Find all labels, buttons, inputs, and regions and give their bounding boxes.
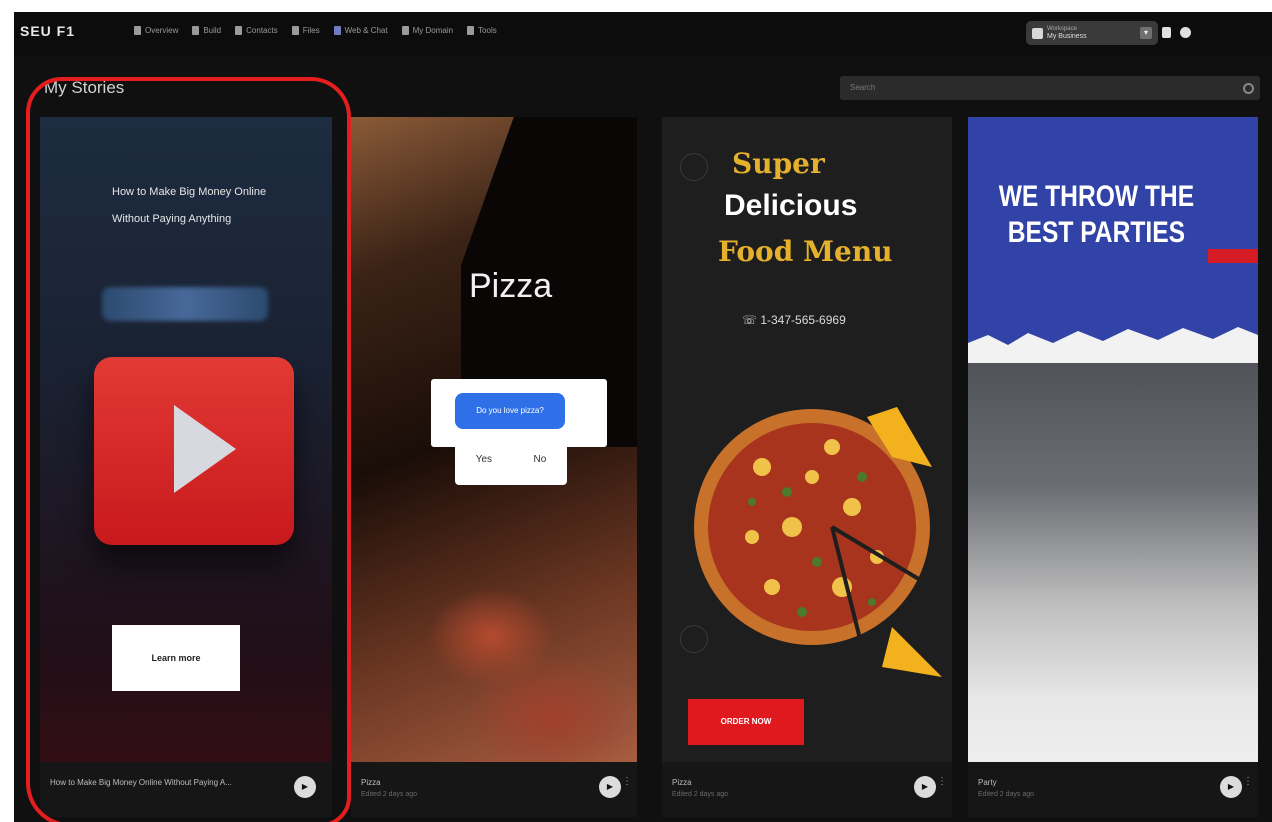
- play-story-button[interactable]: ▶: [599, 776, 621, 798]
- main-nav: Overview Build Contacts Files Web & Chat…: [134, 26, 497, 35]
- app-logo[interactable]: SEU F1: [20, 23, 75, 39]
- poll-options: Yes No: [455, 433, 567, 485]
- nav-label: Contacts: [246, 26, 278, 35]
- headline-main: Delicious: [724, 189, 858, 222]
- story-name: Pizza: [672, 778, 692, 787]
- nav-label: Build: [203, 26, 222, 35]
- top-nav-bar: SEU F1 Overview Build Contacts Files Web…: [14, 12, 1272, 56]
- search-icon[interactable]: [1243, 83, 1254, 94]
- chevron-down-icon[interactable]: ▾: [1140, 27, 1152, 39]
- workspace-switcher[interactable]: Workspace My Business ▾: [1026, 21, 1158, 45]
- more-options-icon[interactable]: ⋮: [622, 776, 632, 787]
- story-card-food-menu[interactable]: Super Delicious Food Menu ☏ 1-347-565-69…: [662, 117, 952, 817]
- red-accent-bar: [1208, 249, 1258, 263]
- nav-label: Web & Chat: [344, 26, 388, 35]
- more-options-icon[interactable]: ⋮: [1243, 776, 1253, 787]
- nav-label: Tools: [478, 26, 497, 35]
- story-footer: Pizza Edited 2 days ago ▶ ⋮: [662, 762, 952, 817]
- story-headline: WE THROW THE BEST PARTIES: [998, 180, 1195, 249]
- notification-icon[interactable]: [1162, 27, 1171, 38]
- play-triangle-icon: [174, 405, 236, 493]
- story-footer: How to Make Big Money Online Without Pay…: [40, 762, 332, 817]
- nav-label: My Domain: [412, 26, 454, 35]
- story-headline: How to Make Big Money Online Without Pay…: [112, 186, 267, 225]
- search-input[interactable]: Search: [840, 76, 1260, 100]
- poll-question: Do you love pizza?: [455, 393, 565, 429]
- nav-label: Files: [302, 26, 320, 35]
- story-footer: Pizza Edited 2 days ago ▶ ⋮: [351, 762, 637, 817]
- chat-icon: [333, 26, 341, 35]
- nav-overview[interactable]: Overview: [134, 26, 178, 35]
- story-edited: Edited 2 days ago: [361, 791, 418, 798]
- avatar[interactable]: [1180, 27, 1191, 38]
- nav-web-chat[interactable]: Web & Chat: [333, 26, 388, 35]
- play-story-button[interactable]: ▶: [294, 776, 316, 798]
- story-headline: Pizza: [469, 267, 553, 305]
- play-story-button[interactable]: ▶: [1220, 776, 1242, 798]
- pizza-image: [694, 407, 942, 677]
- nav-files[interactable]: Files: [291, 26, 320, 35]
- headline-bottom: Food Menu: [718, 235, 893, 268]
- youtube-logo-icon: [94, 357, 294, 545]
- nav-build[interactable]: Build: [192, 26, 221, 35]
- headline-top: Super: [732, 147, 825, 180]
- workspace-name: My Business: [1047, 33, 1087, 40]
- workspace-label: Workspace: [1047, 26, 1077, 32]
- blurred-banner: [102, 287, 268, 321]
- story-card-parties[interactable]: WE THROW THE BEST PARTIES Party Edited 2…: [968, 117, 1258, 817]
- domain-icon: [401, 26, 409, 35]
- workspace-text: Workspace My Business: [1047, 25, 1087, 41]
- briefcase-icon: [1032, 27, 1043, 39]
- poll-option-yes[interactable]: Yes: [476, 454, 492, 465]
- story-name: How to Make Big Money Online Without Pay…: [50, 778, 232, 787]
- nav-my-domain[interactable]: My Domain: [401, 26, 454, 35]
- build-icon: [192, 26, 200, 35]
- files-icon: [291, 26, 299, 35]
- order-now-button[interactable]: ORDER NOW: [688, 699, 804, 745]
- play-story-button[interactable]: ▶: [914, 776, 936, 798]
- phone-number: ☏ 1-347-565-6969: [742, 313, 846, 327]
- torn-paper-edge: [968, 327, 1258, 363]
- story-name: Pizza: [361, 778, 381, 787]
- stories-app: SEU F1 Overview Build Contacts Files Web…: [14, 12, 1272, 822]
- story-edited: Edited 2 days ago: [978, 791, 1035, 798]
- story-footer: Party Edited 2 days ago ▶ ⋮: [968, 762, 1258, 817]
- page-title: My Stories: [44, 78, 125, 97]
- story-name: Party: [978, 778, 997, 787]
- tools-icon: [467, 26, 475, 35]
- home-icon: [134, 26, 141, 35]
- contacts-icon: [235, 26, 243, 35]
- leaf-decoration-icon: [680, 153, 708, 181]
- nav-tools[interactable]: Tools: [467, 26, 497, 35]
- nav-label: Overview: [145, 26, 179, 35]
- search-placeholder: Search: [850, 83, 876, 92]
- story-card-pizza[interactable]: Pizza Do you love pizza? Yes No Pizza Ed…: [351, 117, 637, 817]
- nav-contacts[interactable]: Contacts: [235, 26, 278, 35]
- poll-option-no[interactable]: No: [533, 454, 546, 465]
- party-photo: [968, 347, 1258, 817]
- story-edited: Edited 2 days ago: [672, 791, 729, 798]
- more-options-icon[interactable]: ⋮: [937, 776, 947, 787]
- learn-more-button[interactable]: Learn more: [112, 625, 240, 691]
- story-card-youtube[interactable]: How to Make Big Money Online Without Pay…: [40, 117, 332, 817]
